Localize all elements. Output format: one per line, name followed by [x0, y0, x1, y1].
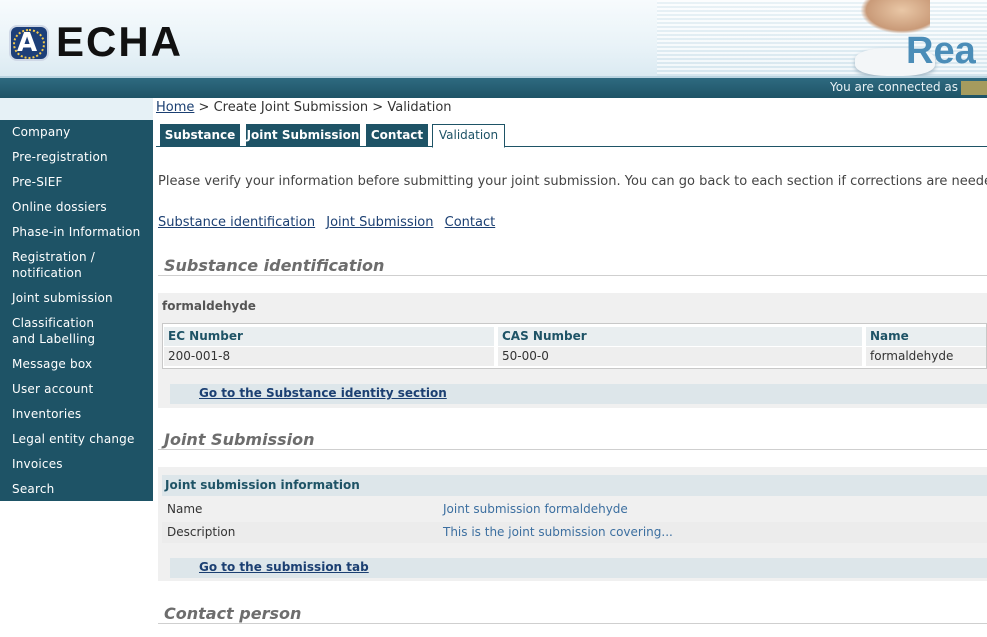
- column-header-cas-number: CAS Number: [498, 327, 862, 346]
- sidebar-item-pre-sief[interactable]: Pre-SIEF: [0, 170, 153, 195]
- info-key: Description: [167, 525, 236, 539]
- goto-substance-link[interactable]: Go to the Substance identity section: [199, 386, 447, 400]
- logo-text[interactable]: ECHA: [56, 18, 183, 66]
- tab-validation[interactable]: Validation: [432, 124, 505, 148]
- sidebar-spacer: [0, 98, 153, 120]
- goto-submission-link[interactable]: Go to the submission tab: [199, 560, 369, 574]
- breadcrumb-separator: >: [372, 100, 384, 115]
- sidebar-item-online-dossiers[interactable]: Online dossiers: [0, 195, 153, 220]
- section-divider: [158, 449, 987, 450]
- section-divider: [158, 623, 987, 624]
- substance-table: EC Number CAS Number Name 200-001-8 50-0…: [162, 323, 987, 369]
- sidebar-item-registration-notification[interactable]: Registration / notification: [0, 245, 110, 286]
- tab-contact[interactable]: Contact: [366, 124, 428, 146]
- header-banner: A ECHA Rea: [0, 0, 987, 78]
- sidebar-item-search[interactable]: Search: [0, 477, 153, 502]
- info-row: Name Joint submission formaldehyde: [162, 499, 987, 520]
- breadcrumb-home-link[interactable]: Home: [156, 100, 194, 115]
- breadcrumb-create: Create Joint Submission: [213, 100, 369, 115]
- substance-name: formaldehyde: [162, 299, 256, 313]
- info-value: This is the joint submission covering...: [443, 525, 673, 539]
- banner-title: Rea: [906, 30, 976, 72]
- logo-mark: A: [17, 28, 38, 58]
- sidebar-item-pre-registration[interactable]: Pre-registration: [0, 145, 153, 170]
- link-contact[interactable]: Contact: [445, 215, 496, 230]
- joint-submission-header: Joint submission information: [162, 475, 987, 496]
- sidebar-item-joint-submission[interactable]: Joint submission: [0, 286, 153, 311]
- echa-logo-icon[interactable]: A: [9, 25, 49, 61]
- column-header-name: Name: [866, 327, 986, 346]
- goto-submission-bar: Go to the submission tab: [170, 558, 987, 578]
- section-title-joint-submission: Joint Submission: [164, 430, 315, 449]
- sidebar-item-message-box[interactable]: Message box: [0, 352, 153, 377]
- tabs-underline: [156, 146, 987, 147]
- sidebar-item-phase-in-information[interactable]: Phase-in Information: [0, 220, 153, 245]
- link-substance-identification[interactable]: Substance identification: [158, 215, 315, 230]
- section-divider: [158, 275, 987, 276]
- cell-ec-number: 200-001-8: [164, 347, 494, 366]
- link-joint-submission[interactable]: Joint Submission: [326, 215, 433, 230]
- hand-image: [860, 0, 930, 34]
- column-header-ec-number: EC Number: [164, 327, 494, 346]
- sidebar-item-invoices[interactable]: Invoices: [0, 452, 153, 477]
- breadcrumb-separator: >: [198, 100, 210, 115]
- connected-user-badge: [961, 81, 987, 95]
- cell-cas-number: 50-00-0: [498, 347, 862, 366]
- sidebar-item-classification-labelling[interactable]: Classification and Labelling: [0, 311, 130, 352]
- sidebar-item-legal-entity-change[interactable]: Legal entity change: [0, 427, 153, 452]
- section-title-contact: Contact person: [164, 604, 302, 623]
- breadcrumb-current: Validation: [387, 100, 452, 115]
- sidebar-item-user-account[interactable]: User account: [0, 377, 153, 402]
- intro-text: Please verify your information before su…: [158, 174, 987, 189]
- info-value: Joint submission formaldehyde: [443, 502, 628, 516]
- cell-name: formaldehyde: [866, 347, 986, 366]
- sidebar-item-inventories[interactable]: Inventories: [0, 402, 153, 427]
- section-links: Substance identification Joint Submissio…: [158, 215, 502, 230]
- connected-as-label: You are connected as: [830, 80, 958, 94]
- info-key: Name: [167, 502, 203, 516]
- sidebar-item-company[interactable]: Company: [0, 120, 153, 145]
- tab-joint-submission[interactable]: Joint Submission: [246, 124, 360, 146]
- breadcrumb: Home > Create Joint Submission > Validat…: [156, 100, 452, 115]
- tab-substance[interactable]: Substance: [160, 124, 240, 146]
- info-row: Description This is the joint submission…: [162, 522, 987, 543]
- goto-substance-bar: Go to the Substance identity section: [170, 384, 987, 404]
- section-title-substance: Substance identification: [164, 256, 385, 275]
- status-bar: You are connected as: [0, 78, 987, 98]
- sidebar-nav: Company Pre-registration Pre-SIEF Online…: [0, 120, 153, 501]
